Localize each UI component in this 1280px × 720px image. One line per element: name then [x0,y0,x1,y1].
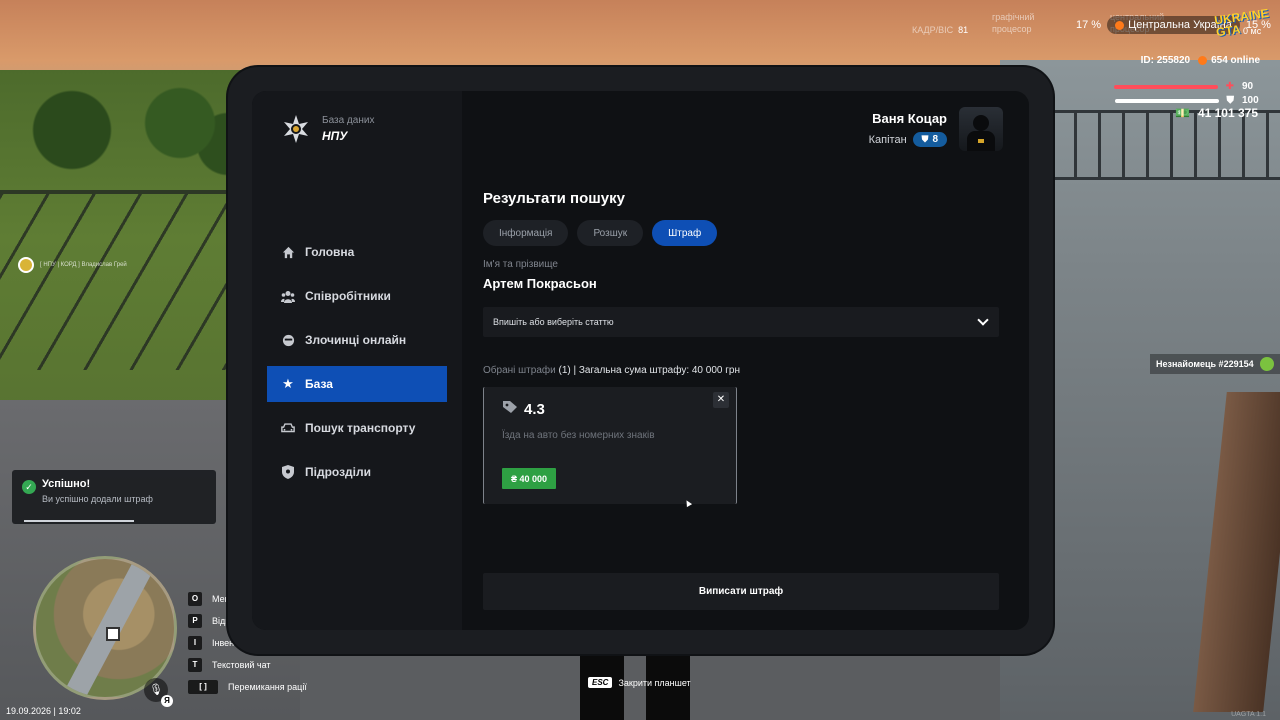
police-emblem-icon [280,113,312,145]
fine-card: 4.3 Їзда на авто без номерних знаків ₴ 4… [483,387,737,504]
remove-fine-button[interactable]: ✕ [713,392,729,408]
esc-key: ESC [588,677,613,688]
sidebar-item-label: Злочинці онлайн [305,333,407,347]
toast-progress [24,520,134,522]
result-tabs: Інформація Розшук Штраф [483,220,718,246]
summary-count: (1) [558,365,571,376]
armor-row: ⛊ 100 [1114,95,1261,106]
main-content: Результати пошуку Інформація Розшук Штра… [483,91,1003,630]
issue-fine-button[interactable]: Виписати штраф [483,573,999,610]
datetime: 19.09.2026 | 19:02 [6,706,81,716]
player-id: ID: 255820 [1140,55,1191,66]
fence [0,190,230,370]
sidebar-item-vehicle-search[interactable]: Пошук транспорту [267,410,447,446]
star-icon: ★ [282,376,294,391]
tab-wanted[interactable]: Розшук [577,220,644,246]
health-value: 90 [1242,81,1254,92]
sidebar-item-label: Підрозділи [305,465,371,479]
toast-message: Ви успішно додали штраф [42,494,153,504]
fence [1050,110,1280,180]
sidebar-item-label: Пошук транспорту [305,421,416,435]
health-row: ✚ 90 [1113,81,1260,92]
tag-icon [502,400,518,418]
keybind-row: T Текстовий чат [188,654,307,676]
brand-subtitle: База даних [322,115,375,126]
fine-amount: ₴ 40 000 [502,468,557,489]
sidebar: База даних НПУ Головна Співробітники Зло… [252,91,462,630]
brand-title: НПУ [322,129,348,143]
tablet-screen: База даних НПУ Головна Співробітники Зло… [252,91,1029,630]
region-dot-icon [1115,20,1125,30]
sidebar-item-database[interactable]: ★ База [267,366,447,402]
fine-code: 4.3 [502,400,545,418]
keybind-row: [ ] Перемикання рації [188,676,307,698]
criminal-icon [281,333,295,347]
name-label: Ім'я та прізвище [483,259,558,270]
check-icon: ✓ [22,480,36,494]
voice-icon [1259,357,1274,371]
sidebar-item-label: База [305,377,333,391]
summary-total: | Загальна сума штрафу: 40 000 грн [573,365,740,376]
health-bar [1113,84,1218,89]
trees [0,60,240,200]
summary-label: Обрані штрафи [483,365,556,376]
car-icon [281,421,295,435]
users-icon [281,289,295,303]
fps-label: КАДР/ВІС 81 [912,25,969,35]
sidebar-item-criminals-online[interactable]: Злочинці онлайн [267,322,447,358]
version: UAGTA 1.1 [1231,711,1266,718]
armor-bar [1114,98,1219,103]
success-toast: ✓ Успішно! Ви успішно додали штраф [12,470,216,524]
player-marker-icon [106,627,120,641]
money: 💵 41 101 375 [1175,106,1258,120]
armor-icon: ⛊ [1226,95,1235,106]
sidebar-item-home[interactable]: Головна [267,234,447,270]
shield-icon [281,465,295,479]
brand: База даних НПУ [280,113,374,145]
tab-information[interactable]: Інформація [483,220,569,246]
player-info: ID: 255820 654 online [1141,55,1260,66]
chat-line: [ НПУ | КОРД ] Владислав Грей [18,257,127,273]
region-percent-left: 17 % [1076,19,1102,31]
mic-key: Я [161,695,173,707]
tab-fine[interactable]: Штраф [652,220,718,246]
toast-title: Успішно! [42,478,91,490]
name-value: Артем Покрасьон [483,276,597,291]
close-tablet-hint: ESC Закрити планшет [588,677,691,688]
close-icon: ✕ [716,394,726,405]
sidebar-item-employees[interactable]: Співробітники [267,278,447,314]
heart-icon: ✚ [1225,81,1234,92]
fines-summary: Обрані штрафи (1) | Загальна сума штрафу… [483,365,740,376]
online-count: 654 online [1198,55,1260,66]
gpu-label: графічний процесор [992,12,1035,34]
article-select-placeholder: Впишіть або виберіть статтю [493,317,614,327]
armor-value: 100 [1242,95,1259,106]
sidebar-item-units[interactable]: Підрозділи [267,454,447,490]
article-select[interactable]: Впишіть або виберіть статтю [483,307,999,337]
online-dot-icon [1198,56,1208,65]
fine-description: Їзда на авто без номерних знаків [502,430,655,441]
sidebar-nav: Головна Співробітники Злочинці онлайн ★ [267,234,447,498]
home-icon [281,245,295,259]
money-value: 41 101 375 [1197,106,1258,120]
badge-icon [18,257,34,273]
esc-label: Закрити планшет [618,677,691,688]
sidebar-item-label: Співробітники [305,289,391,303]
stranger-tag: Незнайомець #229154 [1150,354,1280,374]
cash-icon: 💵 [1174,106,1190,120]
page-title: Результати пошуку [483,190,625,207]
police-tablet: База даних НПУ Головна Співробітники Зло… [228,67,1053,654]
sidebar-item-label: Головна [305,245,355,259]
chevron-down-icon [977,314,989,326]
